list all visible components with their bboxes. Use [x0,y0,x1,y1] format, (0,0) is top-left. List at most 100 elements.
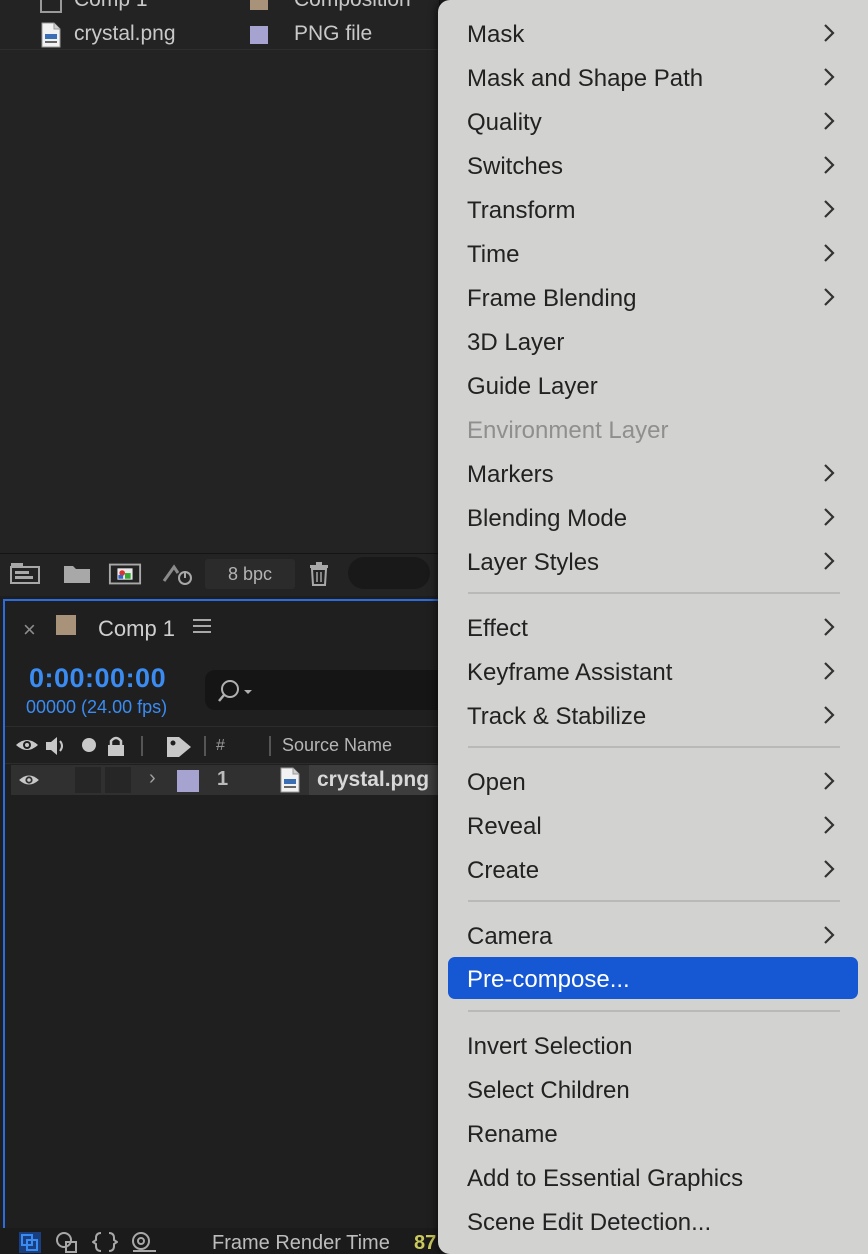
chevron-right-icon [824,618,835,636]
menu-item-blending-mode[interactable]: Blending Mode [448,496,858,538]
chevron-right-icon [824,464,835,482]
flowchart-icon[interactable] [160,560,194,588]
project-item-crystal[interactable]: crystal.png PNG file [0,18,440,50]
panel-menu-icon[interactable] [193,617,211,635]
motion-blur-snail-icon[interactable] [130,1231,158,1253]
chevron-right-icon [824,816,835,834]
timeline-tab-title[interactable]: Comp 1 [98,616,175,642]
menu-item-reveal[interactable]: Reveal [448,804,858,846]
menu-item-mask-and-shape-path[interactable]: Mask and Shape Path [448,56,858,98]
layer-number: 1 [217,768,229,790]
solo-icon[interactable] [79,735,99,755]
menu-item-scene-edit-detection[interactable]: Scene Edit Detection... [448,1200,858,1242]
frame-info: 00000 (24.00 fps) [26,697,168,717]
chevron-right-icon [824,552,835,570]
menu-item-select-children[interactable]: Select Children [448,1068,858,1110]
menu-item-effect[interactable]: Effect [448,606,858,648]
menu-item-markers[interactable]: Markers [448,452,858,494]
menu-item-layer-styles[interactable]: Layer Styles [448,540,858,582]
transfer-controls-icon[interactable] [92,1231,118,1253]
layer-search-input[interactable] [205,670,445,710]
menu-item-3d-layer[interactable]: 3D Layer [448,320,858,362]
bit-depth-button[interactable]: 8 bpc [205,559,295,589]
menu-item-guide-layer[interactable]: Guide Layer [448,364,858,406]
menu-separator [468,746,840,748]
timeline-status-bar: Frame Render Time 87 [0,1228,440,1254]
layer-visibility-eye-icon[interactable] [17,771,41,789]
menu-item-add-to-essential-graphics[interactable]: Add to Essential Graphics [448,1156,858,1198]
menu-item-track-and-stabilize[interactable]: Track & Stabilize [448,694,858,736]
menu-separator [468,1010,840,1012]
menu-item-keyframe-assistant[interactable]: Keyframe Assistant [448,650,858,692]
chevron-right-icon [824,200,835,218]
audio-speaker-icon[interactable] [43,735,69,757]
project-item-type: PNG file [294,21,373,45]
chevron-right-icon [824,508,835,526]
layer-label-swatch[interactable] [177,770,199,792]
menu-item-quality[interactable]: Quality [448,100,858,142]
label-tag-icon[interactable] [165,735,193,759]
png-file-icon [41,22,61,48]
menu-item-rename[interactable]: Rename [448,1112,858,1154]
layer-solo-toggle[interactable] [75,767,101,793]
menu-separator [468,592,840,594]
layer-source-name[interactable]: crystal.png [309,765,445,795]
chevron-right-icon [824,156,835,174]
menu-item-frame-blending[interactable]: Frame Blending [448,276,858,318]
layer-row[interactable]: › 1 crystal.png [11,765,445,795]
chevron-right-icon [824,288,835,306]
chevron-right-icon [824,926,835,944]
chevron-right-icon [824,860,835,878]
menu-item-open[interactable]: Open [448,760,858,802]
current-time-display[interactable]: 0:00:00:00 [29,663,166,694]
interpret-footage-icon[interactable] [8,560,42,588]
close-icon[interactable]: × [23,617,36,643]
chevron-right-icon [824,24,835,42]
composition-icon [40,0,62,13]
project-item-name: crystal.png [74,21,176,45]
chevron-right-icon [824,68,835,86]
chevron-right-icon [824,112,835,130]
layer-lock-toggle[interactable] [105,767,131,793]
column-divider[interactable] [269,736,271,756]
menu-item-environment-layer: Environment Layer [467,417,669,444]
trash-icon[interactable] [302,560,336,588]
source-name-column[interactable]: Source Name [282,735,392,756]
lock-icon[interactable] [105,735,127,757]
eye-icon[interactable] [15,735,39,755]
menu-item-invert-selection[interactable]: Invert Selection [448,1024,858,1066]
comp-color-swatch [56,615,76,635]
menu-separator [468,900,840,902]
column-divider[interactable] [204,736,206,756]
chevron-right-icon [824,772,835,790]
project-item-comp[interactable]: Comp 1 Composition [0,0,440,16]
project-item-name: Comp 1 [74,0,148,12]
layer-number-column[interactable]: # [216,737,225,755]
label-color-swatch[interactable] [250,26,268,44]
timeline-panel: × Comp 1 0:00:00:00 00000 (24.00 fps) # … [3,599,445,1229]
layer-context-menu: Mask Mask and Shape Path Quality Switche… [438,0,868,1254]
label-color-swatch[interactable] [250,0,268,10]
menu-item-pre-compose[interactable]: Pre-compose... [448,957,858,999]
frame-render-time-label: Frame Render Time [212,1232,390,1254]
menu-item-create[interactable]: Create [448,848,858,890]
chevron-right-icon [824,662,835,680]
frame-render-time-value: 87 [414,1232,437,1254]
chevron-right-icon[interactable]: › [149,767,156,790]
project-toolbar: 8 bpc [0,553,440,593]
new-folder-icon[interactable] [60,560,94,588]
layer-switches-icon[interactable] [55,1231,79,1253]
menu-item-switches[interactable]: Switches [448,144,858,186]
project-search-pill[interactable] [348,557,430,589]
menu-item-time[interactable]: Time [448,232,858,274]
chevron-right-icon [824,244,835,262]
composition-flowchart-icon[interactable] [18,1231,42,1253]
column-divider[interactable] [141,736,143,756]
menu-item-camera[interactable]: Camera [448,914,858,956]
project-item-type: Composition [294,0,411,12]
project-panel: Comp 1 Composition crystal.png PNG file … [0,0,440,596]
menu-item-mask[interactable]: Mask [448,12,858,54]
menu-item-transform[interactable]: Transform [448,188,858,230]
new-composition-icon[interactable] [108,560,142,588]
search-icon [218,680,252,702]
